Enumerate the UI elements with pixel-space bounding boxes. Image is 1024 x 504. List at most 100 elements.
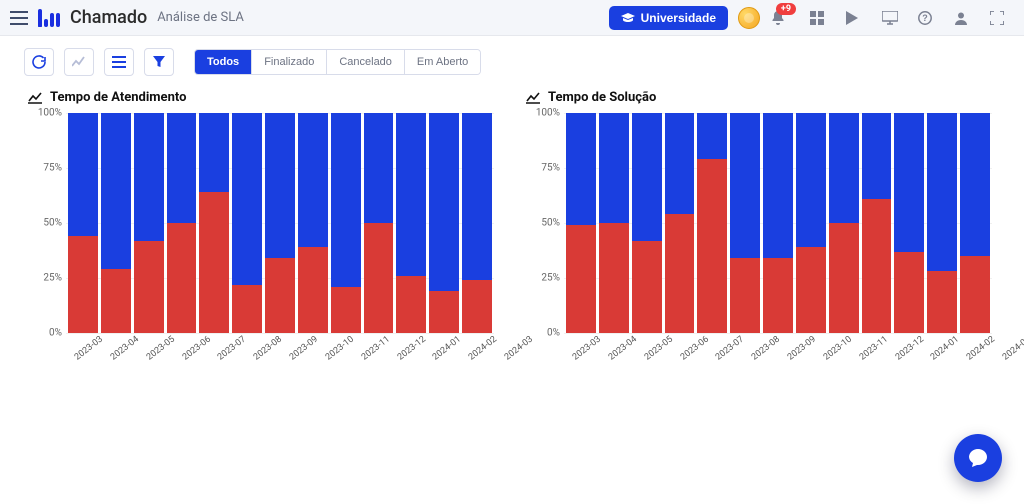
notification-badge: +9: [776, 3, 796, 15]
bar-column[interactable]: [101, 113, 131, 333]
help-icon[interactable]: ?: [918, 11, 936, 25]
y-tick-label: 50%: [28, 218, 62, 229]
bar-column[interactable]: [665, 113, 695, 333]
bar-column[interactable]: [566, 113, 596, 333]
bar-segment-blue: [763, 113, 793, 258]
chart-line-icon: [526, 92, 540, 104]
bar-segment-blue: [730, 113, 760, 258]
bar-column[interactable]: [894, 113, 924, 333]
monitor-icon[interactable]: [882, 11, 900, 25]
bar-column[interactable]: [199, 113, 229, 333]
bar-segment-red: [632, 241, 662, 333]
bar-column[interactable]: [632, 113, 662, 333]
universidade-label: Universidade: [641, 11, 716, 25]
bar-segment-red: [364, 223, 394, 333]
chart-frame-right[interactable]: 0%25%50%75%100%2023-032023-042023-052023…: [526, 113, 996, 373]
y-tick-label: 100%: [526, 108, 560, 119]
bar-segment-blue: [796, 113, 826, 247]
y-tick-label: 100%: [28, 108, 62, 119]
y-tick-label: 0%: [28, 328, 62, 339]
bar-segment-red: [566, 225, 596, 333]
bar-column[interactable]: [429, 113, 459, 333]
fullscreen-icon[interactable]: [990, 11, 1008, 25]
tab-em-aberto[interactable]: Em Aberto: [405, 50, 480, 74]
filter-button[interactable]: [144, 48, 174, 76]
bar-column[interactable]: [232, 113, 262, 333]
bar-segment-blue: [68, 113, 98, 236]
bar-column[interactable]: [331, 113, 361, 333]
charts-row: Tempo de Atendimento 0%25%50%75%100%2023…: [0, 82, 1024, 373]
bar-column[interactable]: [697, 113, 727, 333]
bar-segment-red: [462, 280, 492, 333]
bar-segment-blue: [462, 113, 492, 280]
bar-segment-red: [960, 256, 990, 333]
chart-tempo-solucao: Tempo de Solução 0%25%50%75%100%2023-032…: [526, 90, 996, 373]
bar-segment-red: [894, 252, 924, 333]
bar-column[interactable]: [796, 113, 826, 333]
bar-segment-red: [429, 291, 459, 333]
bar-segment-blue: [331, 113, 361, 287]
bar-segment-red: [331, 287, 361, 333]
header-icon-group: ?: [810, 11, 1008, 25]
bar-segment-blue: [364, 113, 394, 223]
bar-segment-blue: [599, 113, 629, 223]
bar-segment-blue: [960, 113, 990, 256]
y-tick-label: 25%: [526, 273, 560, 284]
bar-column[interactable]: [265, 113, 295, 333]
bar-column[interactable]: [298, 113, 328, 333]
bar-segment-blue: [697, 113, 727, 159]
user-icon[interactable]: [954, 11, 972, 25]
chart-line-button[interactable]: [64, 48, 94, 76]
chat-fab-button[interactable]: [954, 434, 1002, 482]
tab-finalizado[interactable]: Finalizado: [252, 50, 327, 74]
graduation-cap-icon: [621, 13, 635, 23]
status-tabs: Todos Finalizado Cancelado Em Aberto: [194, 49, 481, 75]
bar-segment-red: [134, 241, 164, 333]
bar-segment-red: [862, 199, 892, 333]
bar-segment-blue: [101, 113, 131, 269]
bar-segment-red: [68, 236, 98, 333]
bar-segment-blue: [199, 113, 229, 192]
bar-segment-red: [265, 258, 295, 333]
bar-column[interactable]: [462, 113, 492, 333]
tab-todos[interactable]: Todos: [195, 50, 252, 74]
bar-segment-red: [697, 159, 727, 333]
bar-column[interactable]: [862, 113, 892, 333]
menu-toggle-icon[interactable]: [10, 11, 28, 25]
bar-segment-blue: [894, 113, 924, 252]
bar-column[interactable]: [763, 113, 793, 333]
bar-column[interactable]: [960, 113, 990, 333]
play-icon[interactable]: [846, 11, 864, 25]
bar-column[interactable]: [364, 113, 394, 333]
chart-line-icon: [28, 92, 42, 104]
bar-segment-blue: [232, 113, 262, 285]
bar-column[interactable]: [927, 113, 957, 333]
bar-column[interactable]: [396, 113, 426, 333]
bar-segment-red: [829, 223, 859, 333]
bar-segment-red: [298, 247, 328, 333]
chart-tempo-atendimento: Tempo de Atendimento 0%25%50%75%100%2023…: [28, 90, 498, 373]
bar-column[interactable]: [730, 113, 760, 333]
tab-cancelado[interactable]: Cancelado: [327, 50, 405, 74]
chart-frame-left[interactable]: 0%25%50%75%100%2023-032023-042023-052023…: [28, 113, 498, 373]
apps-icon[interactable]: [810, 11, 828, 25]
bar-column[interactable]: [167, 113, 197, 333]
chart-title-label: Tempo de Atendimento: [50, 90, 186, 105]
app-header: Chamado Análise de SLA Universidade +9 ?: [0, 0, 1024, 36]
bar-segment-blue: [396, 113, 426, 276]
list-view-button[interactable]: [104, 48, 134, 76]
bar-segment-red: [167, 223, 197, 333]
bar-column[interactable]: [68, 113, 98, 333]
y-tick-label: 75%: [28, 163, 62, 174]
toolbar: Todos Finalizado Cancelado Em Aberto: [0, 36, 1024, 82]
bar-segment-red: [927, 271, 957, 333]
bar-column[interactable]: [134, 113, 164, 333]
page-subtitle: Análise de SLA: [157, 10, 244, 25]
refresh-button[interactable]: [24, 48, 54, 76]
bar-column[interactable]: [599, 113, 629, 333]
universidade-button[interactable]: Universidade: [609, 6, 728, 30]
bar-column[interactable]: [829, 113, 859, 333]
coin-icon[interactable]: [738, 7, 760, 29]
app-logo[interactable]: [38, 9, 60, 27]
notifications-button[interactable]: +9: [770, 10, 786, 26]
